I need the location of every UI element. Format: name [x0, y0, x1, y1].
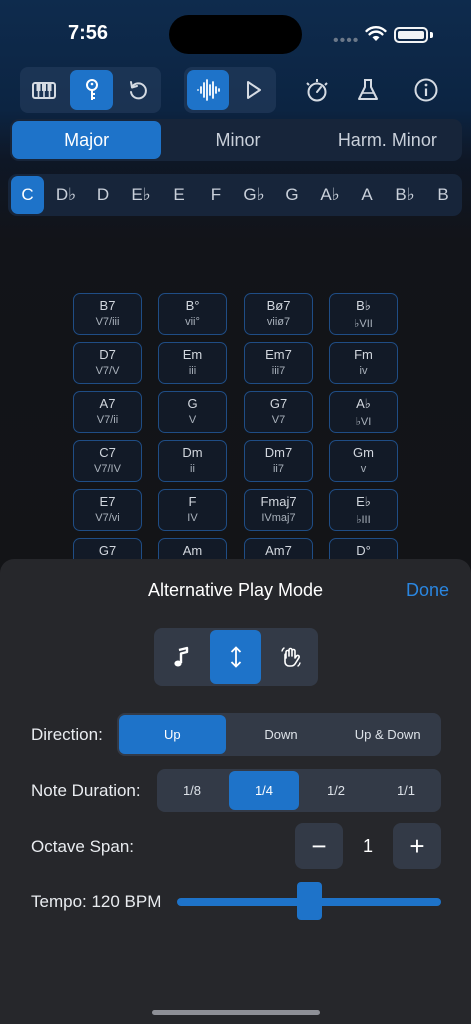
chord-name: Fmaj7 — [260, 494, 297, 509]
chord-button[interactable]: B7 V7/iii — [73, 293, 142, 335]
chord-roman: V7/iii — [95, 316, 120, 328]
chord-name: Am7 — [265, 543, 292, 558]
octave-span-label: Octave Span: — [31, 837, 135, 856]
chord-roman: v — [360, 463, 367, 475]
chord-name: Em7 — [265, 347, 292, 362]
chord-button[interactable]: E7 V7/vi — [73, 489, 142, 531]
tempo-label: Tempo: 120 BPM — [31, 892, 162, 911]
chord-roman: ii7 — [272, 463, 284, 475]
direction-up-down[interactable]: Up & Down — [334, 713, 441, 756]
chord-name: G7 — [98, 543, 117, 558]
chord-roman: ♭VI — [355, 416, 372, 428]
hand-wave-icon[interactable] — [264, 628, 318, 686]
chord-button[interactable]: C7 V7/IV — [73, 440, 142, 482]
chord-name: D° — [356, 543, 371, 558]
home-indicator — [152, 1010, 320, 1015]
chord-button[interactable]: Dm ii — [158, 440, 227, 482]
chord-roman: V7 — [271, 414, 286, 426]
chord-button[interactable]: A7 V7/ii — [73, 391, 142, 433]
chord-button[interactable]: D7 V7/V — [73, 342, 142, 384]
chord-button[interactable]: F IV — [158, 489, 227, 531]
chord-name: Gm — [353, 445, 374, 460]
chord-roman: iii7 — [271, 365, 286, 377]
chord-roman: iii — [188, 365, 197, 377]
chord-name: A7 — [99, 396, 116, 411]
chord-roman: ii — [190, 463, 195, 475]
sheet-title: Alternative Play Mode — [147, 580, 324, 600]
chord-name: B° — [185, 298, 200, 313]
chord-name: Em — [182, 347, 203, 362]
chord-button[interactable]: Bø7 viiø7 — [244, 293, 313, 335]
chord-roman: vii° — [185, 316, 200, 328]
chord-name: G — [187, 396, 198, 411]
direction-label: Direction: — [31, 725, 103, 744]
note-icon[interactable] — [154, 628, 208, 686]
octave-increment-button[interactable]: + — [393, 823, 441, 869]
chord-roman: iv — [359, 365, 368, 377]
chord-button[interactable]: Fmaj7 IVmaj7 — [244, 489, 313, 531]
chord-name: B7 — [99, 298, 116, 313]
note-duration-whole[interactable]: 1/1 — [371, 769, 441, 812]
chord-button[interactable]: E♭ ♭III — [329, 489, 398, 531]
chord-name: F — [188, 494, 197, 509]
note-duration-half[interactable]: 1/2 — [301, 769, 371, 812]
chord-name: E♭ — [356, 494, 371, 509]
chord-name: D7 — [99, 347, 116, 362]
chord-roman: V7/V — [95, 365, 120, 377]
octave-span-value: 1 — [362, 836, 373, 856]
note-duration-selector: 1/8 1/4 1/2 1/1 — [157, 769, 441, 812]
note-duration-quarter[interactable]: 1/4 — [229, 771, 299, 810]
chord-roman: V7/vi — [95, 512, 120, 524]
chord-button[interactable]: Fm iv — [329, 342, 398, 384]
note-duration-eighth[interactable]: 1/8 — [157, 769, 227, 812]
chord-button[interactable]: G7 V7 — [244, 391, 313, 433]
chord-roman: viiø7 — [266, 316, 291, 328]
chord-button[interactable]: Em iii — [158, 342, 227, 384]
chord-button[interactable]: B♭ ♭VII — [329, 293, 398, 335]
chord-roman: IVmaj7 — [261, 512, 296, 524]
chord-roman: V7/ii — [96, 414, 119, 426]
play-mode-selector — [154, 628, 318, 686]
chord-name: Fm — [354, 347, 373, 362]
direction-down[interactable]: Down — [228, 713, 335, 756]
done-button[interactable]: Done — [406, 580, 449, 601]
chord-name: G7 — [269, 396, 288, 411]
chord-button[interactable]: Em7 iii7 — [244, 342, 313, 384]
chord-name: B♭ — [356, 298, 371, 313]
chord-roman: V7/IV — [94, 463, 121, 475]
chord-roman: ♭III — [356, 514, 371, 526]
tempo-slider-thumb[interactable] — [297, 882, 322, 920]
chord-name: Am — [182, 543, 203, 558]
chord-button[interactable]: Gm v — [329, 440, 398, 482]
chord-roman: IV — [187, 512, 198, 524]
chord-roman: V — [188, 414, 197, 426]
direction-selector: Up Down Up & Down — [117, 713, 441, 756]
note-duration-label: Note Duration: — [31, 781, 141, 800]
chord-name: Dm7 — [264, 445, 293, 460]
octave-decrement-button[interactable]: − — [295, 823, 343, 869]
chord-button[interactable]: Dm7 ii7 — [244, 440, 313, 482]
chord-button[interactable]: A♭ ♭VI — [329, 391, 398, 433]
chord-name: A♭ — [356, 396, 371, 411]
chord-roman: ♭VII — [354, 318, 373, 330]
arrows-up-down-icon[interactable] — [210, 630, 261, 684]
chord-button[interactable]: B° vii° — [158, 293, 227, 335]
chord-name: E7 — [99, 494, 116, 509]
direction-up[interactable]: Up — [119, 715, 226, 754]
chord-name: Bø7 — [266, 298, 291, 313]
chord-grid: B7 V7/iii B° vii° Bø7 viiø7 B♭ ♭VII D7 V7/V E… — [0, 0, 471, 580]
chord-button[interactable]: GV — [158, 391, 227, 433]
chord-name: Dm — [182, 445, 203, 460]
chord-name: C7 — [99, 445, 116, 460]
